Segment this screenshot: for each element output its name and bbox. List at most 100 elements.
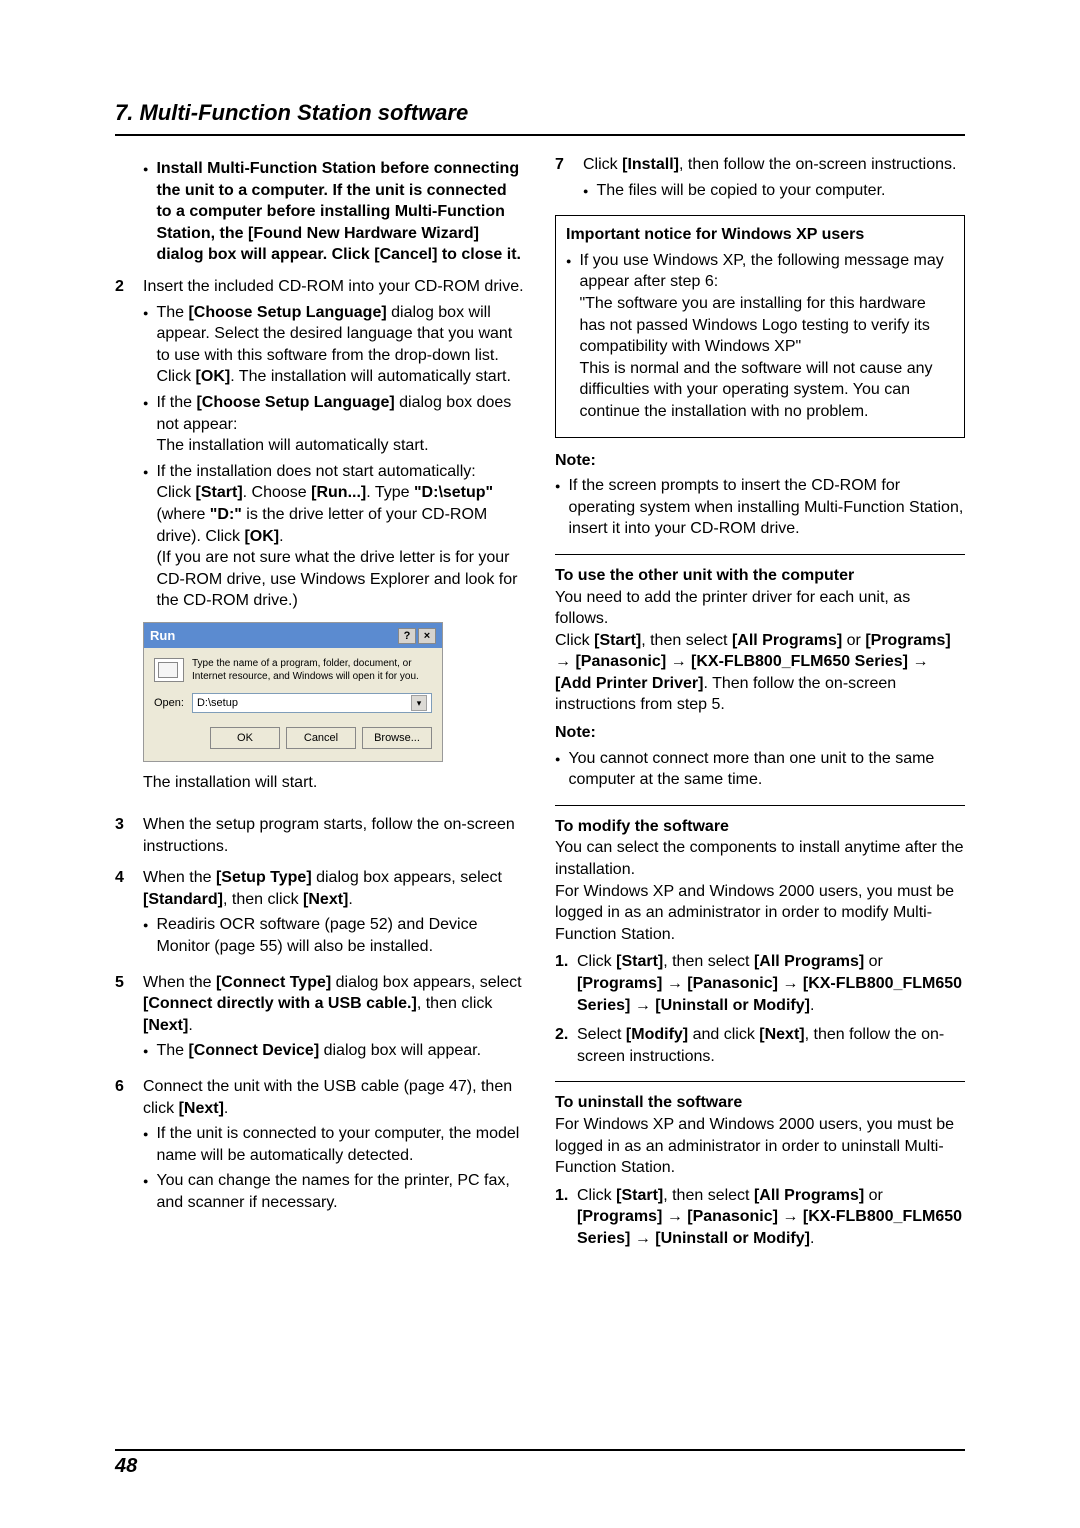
t: . bbox=[188, 1017, 192, 1034]
rule bbox=[555, 554, 965, 555]
step2-b2: If the [Choose Setup Language] dialog bo… bbox=[143, 392, 525, 457]
step-6: 6 Connect the unit with the USB cable (p… bbox=[115, 1076, 525, 1218]
step2-text: Insert the included CD-ROM into your CD-… bbox=[143, 278, 524, 295]
step3-text: When the setup program starts, follow th… bbox=[143, 814, 525, 857]
t: [OK] bbox=[196, 368, 231, 385]
t: [Panasonic] bbox=[687, 975, 778, 992]
t: [Start] bbox=[594, 632, 641, 649]
step2-b1: The [Choose Setup Language] dialog box w… bbox=[143, 302, 525, 388]
section-title: 7. Multi-Function Station software bbox=[115, 100, 965, 126]
t: , then select bbox=[641, 632, 732, 649]
t: [Modify] bbox=[626, 1026, 688, 1043]
t: [OK] bbox=[244, 528, 279, 545]
left-column: Install Multi-Function Station before co… bbox=[115, 154, 525, 1258]
t: [Programs] bbox=[865, 632, 950, 649]
t: [Next] bbox=[179, 1100, 224, 1117]
t: [Programs] bbox=[577, 975, 662, 992]
t: "D:\setup" bbox=[414, 484, 493, 501]
t: [Choose Setup Language] bbox=[196, 394, 394, 411]
right-column: 7 Click [Install], then follow the on-sc… bbox=[555, 154, 965, 1258]
t: dialog box appears, select bbox=[331, 974, 521, 991]
chevron-down-icon[interactable]: ▾ bbox=[411, 695, 427, 711]
t: You cannot connect more than one unit to… bbox=[568, 748, 965, 791]
t: and click bbox=[688, 1026, 759, 1043]
t: If the screen prompts to insert the CD-R… bbox=[568, 475, 965, 540]
t: dialog box will appear. bbox=[319, 1042, 481, 1059]
t: [Connect Type] bbox=[216, 974, 331, 991]
t: . Type bbox=[366, 484, 414, 501]
t: Select bbox=[577, 1026, 626, 1043]
t: , then select bbox=[663, 953, 754, 970]
t: The files will be copied to your compute… bbox=[596, 180, 965, 202]
t: If the bbox=[156, 394, 196, 411]
step-num: 3 bbox=[115, 814, 143, 857]
browse-button[interactable]: Browse... bbox=[362, 727, 432, 749]
section-use-other-unit: To use the other unit with the computer … bbox=[555, 565, 965, 791]
warning-item: Install Multi-Function Station before co… bbox=[143, 158, 525, 266]
t: [Uninstall or Modify] bbox=[655, 1230, 810, 1247]
t: [Next] bbox=[303, 891, 348, 908]
note-heading: Note: bbox=[555, 452, 596, 469]
step6-b2: You can change the names for the printer… bbox=[143, 1170, 525, 1213]
cancel-button[interactable]: Cancel bbox=[286, 727, 356, 749]
t: . bbox=[348, 891, 352, 908]
note-item: You cannot connect more than one unit to… bbox=[555, 748, 965, 791]
t: The installation will automatically star… bbox=[156, 437, 428, 454]
t: [All Programs] bbox=[754, 1187, 864, 1204]
t: If you use Windows XP, the following mes… bbox=[579, 252, 943, 291]
t: [Connect directly with a USB cable.] bbox=[143, 995, 417, 1012]
t: [Run...] bbox=[311, 484, 366, 501]
t: If the installation does not start autom… bbox=[156, 463, 475, 480]
step-3: 3 When the setup program starts, follow … bbox=[115, 814, 525, 857]
open-value: D:\setup bbox=[197, 696, 238, 711]
rule-bottom bbox=[115, 1449, 965, 1451]
note1-item: If the screen prompts to insert the CD-R… bbox=[555, 475, 965, 540]
t: When the bbox=[143, 869, 216, 886]
ok-button[interactable]: OK bbox=[210, 727, 280, 749]
t: Click bbox=[577, 1187, 616, 1204]
page-number: 48 bbox=[115, 1455, 965, 1478]
step-num: 6 bbox=[115, 1076, 143, 1218]
run-title: Run bbox=[150, 627, 175, 645]
help-icon[interactable]: ? bbox=[398, 628, 416, 644]
run-dialog: Run ? × Type the name of a program, fold… bbox=[143, 622, 443, 763]
step6-b1: If the unit is connected to your compute… bbox=[143, 1123, 525, 1166]
t: Readiris OCR software (page 52) and Devi… bbox=[156, 914, 525, 957]
t: [Setup Type] bbox=[216, 869, 312, 886]
t: Click bbox=[555, 632, 594, 649]
t: You need to add the printer driver for e… bbox=[555, 587, 965, 630]
notice-item: If you use Windows XP, the following mes… bbox=[566, 250, 954, 423]
rule-top bbox=[115, 134, 965, 136]
t: When the bbox=[143, 974, 216, 991]
subsection-title: To uninstall the software bbox=[555, 1092, 965, 1114]
step-num: 5 bbox=[115, 972, 143, 1066]
subsection-title: To modify the software bbox=[555, 816, 965, 838]
t: Click bbox=[583, 156, 622, 173]
open-label: Open: bbox=[154, 696, 184, 711]
modify-li2: 2. Select [Modify] and click [Next], the… bbox=[555, 1024, 965, 1067]
t: [All Programs] bbox=[754, 953, 864, 970]
t: [Panasonic] bbox=[687, 1208, 778, 1225]
note-heading: Note: bbox=[555, 724, 596, 741]
subsection-title: To use the other unit with the computer bbox=[555, 565, 965, 587]
t: , then click bbox=[417, 995, 493, 1012]
uninstall-li1: 1. Click [Start], then select [All Progr… bbox=[555, 1185, 965, 1250]
run-desc: Type the name of a program, folder, docu… bbox=[192, 658, 432, 683]
t: [All Programs] bbox=[732, 632, 842, 649]
step-7: 7 Click [Install], then follow the on-sc… bbox=[555, 154, 965, 205]
t: (If you are not sure what the drive lett… bbox=[156, 549, 517, 609]
t: [Programs] bbox=[577, 1208, 662, 1225]
rule bbox=[555, 1081, 965, 1082]
notice-title: Important notice for Windows XP users bbox=[566, 224, 954, 246]
important-notice-box: Important notice for Windows XP users If… bbox=[555, 215, 965, 437]
t: You can change the names for the printer… bbox=[156, 1170, 525, 1213]
close-icon[interactable]: × bbox=[418, 628, 436, 644]
step5-b1: The [Connect Device] dialog box will app… bbox=[143, 1040, 525, 1062]
warning-text: Install Multi-Function Station before co… bbox=[156, 160, 521, 263]
t: dialog box appears, select bbox=[312, 869, 502, 886]
t: . The installation will automatically st… bbox=[230, 368, 511, 385]
t: . bbox=[279, 528, 283, 545]
t: . Choose bbox=[243, 484, 311, 501]
post-dialog-text: The installation will start. bbox=[143, 772, 525, 794]
open-input[interactable]: D:\setup ▾ bbox=[192, 693, 432, 713]
